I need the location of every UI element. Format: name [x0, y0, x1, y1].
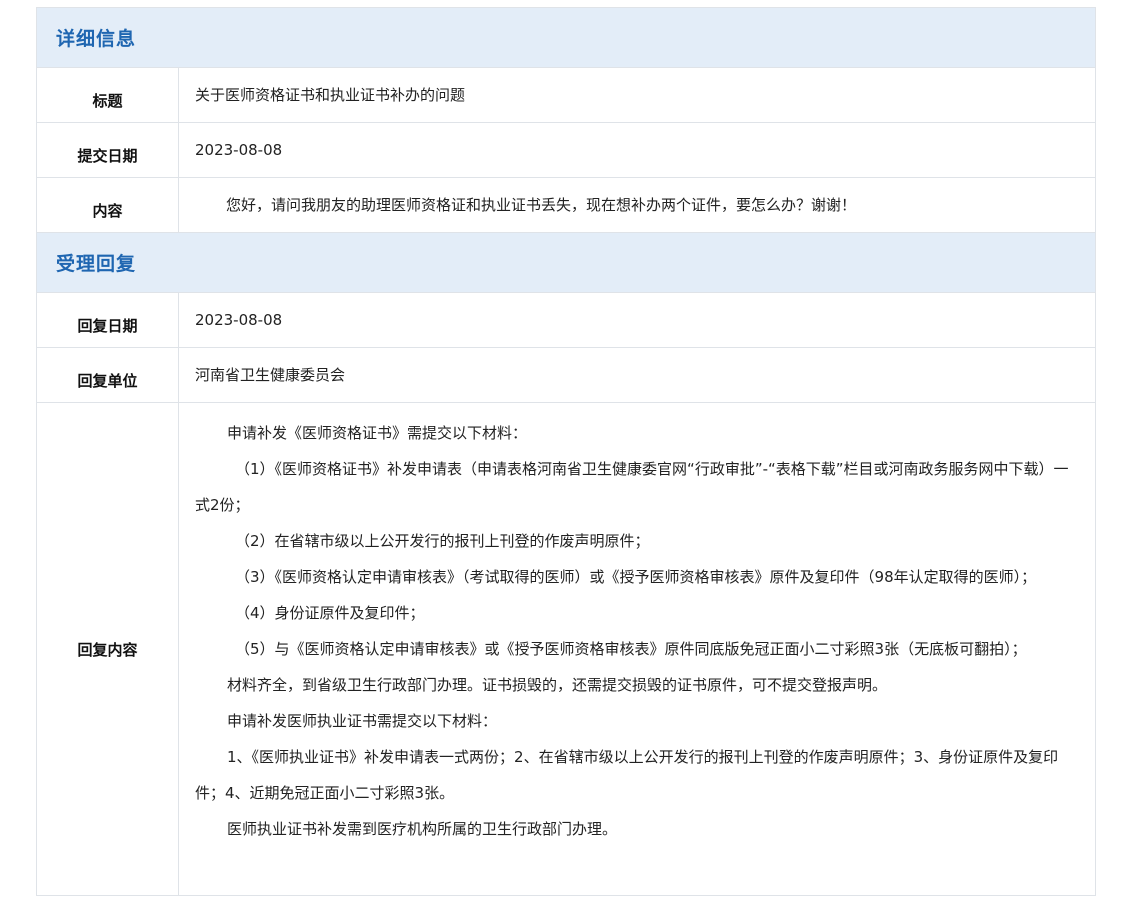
submit-date-label: 提交日期	[37, 123, 179, 177]
reply-paragraph: （3）《医师资格认定申请审核表》（考试取得的医师）或《授予医师资格审核表》原件及…	[235, 568, 1037, 586]
details-section-title: 详细信息	[56, 28, 137, 50]
detail-table: 详细信息 标题 关于医师资格证书和执业证书补办的问题 提交日期 2023-08-…	[36, 7, 1096, 896]
reply-paragraph: （4）身份证原件及复印件；	[235, 604, 425, 622]
reply-paragraph: 医师执业证书补发需到医疗机构所属的卫生行政部门办理。	[227, 820, 618, 838]
content-row: 内容 您好，请问我朋友的助理医师资格证和执业证书丢失，现在想补办两个证件，要怎么…	[37, 178, 1095, 233]
reply-paragraph: 申请补发《医师资格证书》需提交以下材料：	[227, 424, 528, 442]
submit-date-value: 2023-08-08	[195, 141, 283, 159]
reply-unit-row: 回复单位 河南省卫生健康委员会	[37, 348, 1095, 403]
reply-content-row: 回复内容 申请补发《医师资格证书》需提交以下材料： （1）《医师资格证书》补发申…	[37, 403, 1095, 896]
content-label: 内容	[37, 178, 179, 232]
reply-unit-label: 回复单位	[37, 348, 179, 402]
title-row: 标题 关于医师资格证书和执业证书补办的问题	[37, 68, 1095, 123]
reply-section-title: 受理回复	[56, 253, 137, 275]
reply-paragraph: 1、《医师执业证书》补发申请表一式两份；2、在省辖市级以上公开发行的报刊上刊登的…	[195, 748, 1059, 802]
details-section-header: 详细信息	[37, 8, 1095, 68]
content-value: 您好，请问我朋友的助理医师资格证和执业证书丢失，现在想补办两个证件，要怎么办？谢…	[226, 196, 857, 214]
reply-paragraph: （5）与《医师资格认定申请审核表》或《授予医师资格审核表》原件同底版免冠正面小二…	[235, 640, 1027, 658]
reply-paragraph: （2）在省辖市级以上公开发行的报刊上刊登的作废声明原件；	[235, 532, 650, 550]
reply-unit-value: 河南省卫生健康委员会	[195, 366, 346, 384]
reply-date-row: 回复日期 2023-08-08	[37, 293, 1095, 348]
reply-paragraph: 申请补发医师执业证书需提交以下材料：	[227, 712, 498, 730]
reply-paragraph: 材料齐全，到省级卫生行政部门办理。证书损毁的，还需提交损毁的证书原件，可不提交登…	[227, 676, 888, 694]
title-value: 关于医师资格证书和执业证书补办的问题	[195, 86, 466, 104]
reply-content-body: 申请补发《医师资格证书》需提交以下材料： （1）《医师资格证书》补发申请表（申请…	[179, 403, 1095, 895]
reply-date-value: 2023-08-08	[195, 311, 283, 329]
reply-content-label: 回复内容	[37, 403, 179, 895]
reply-section-header: 受理回复	[37, 233, 1095, 293]
reply-paragraph: （1）《医师资格证书》补发申请表（申请表格河南省卫生健康委官网“行政审批”-“表…	[195, 460, 1069, 514]
reply-date-label: 回复日期	[37, 293, 179, 347]
submit-date-row: 提交日期 2023-08-08	[37, 123, 1095, 178]
title-label: 标题	[37, 68, 179, 122]
